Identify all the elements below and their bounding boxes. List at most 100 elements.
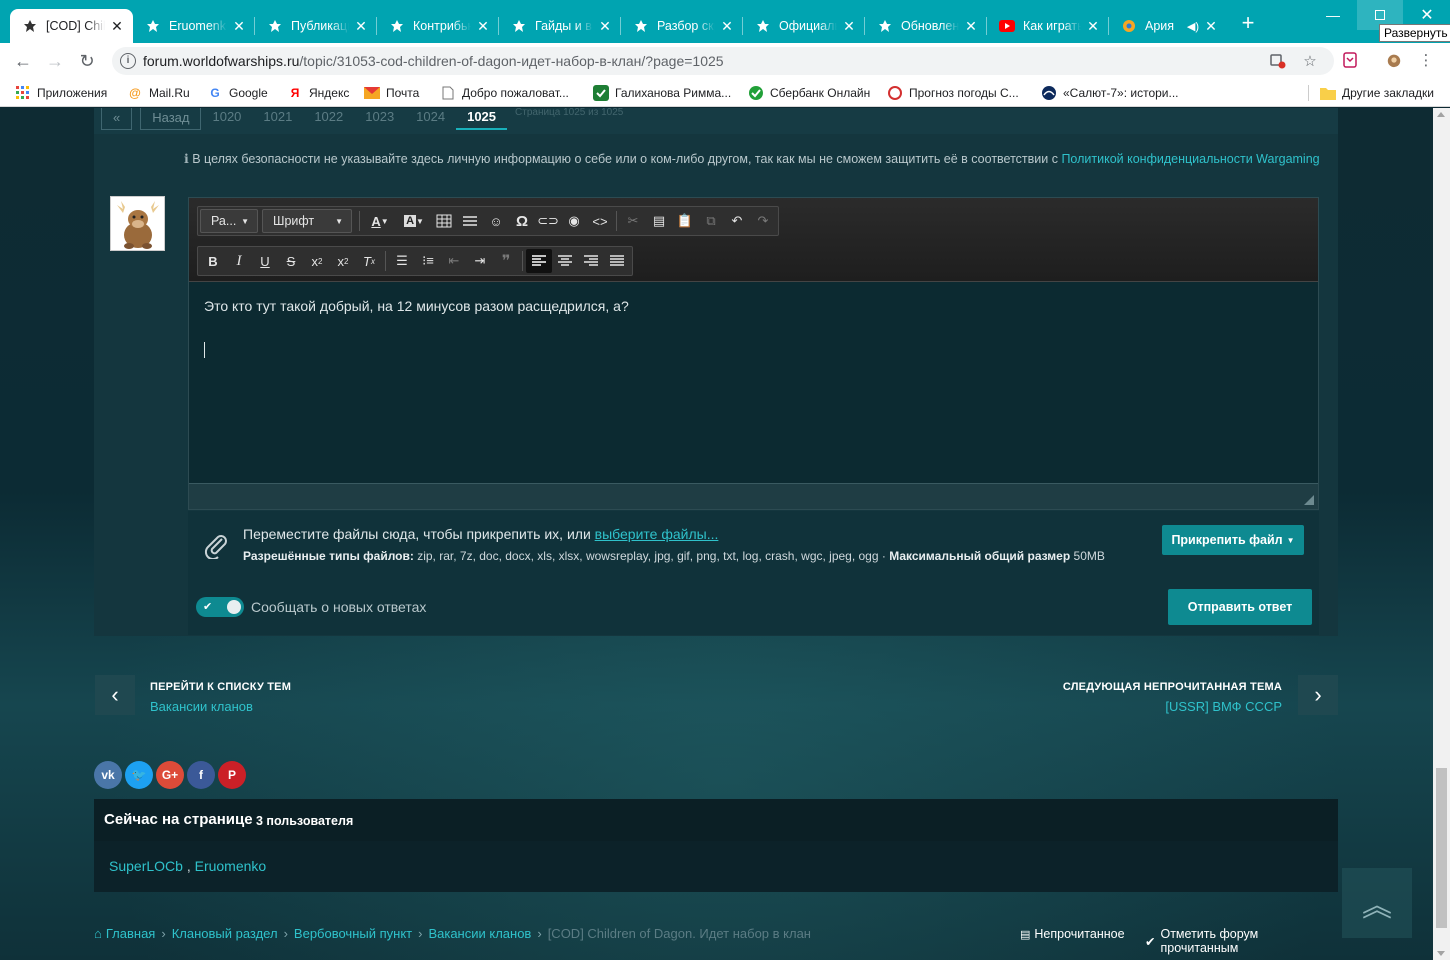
pagination-back-button[interactable]: Назад [140, 108, 202, 130]
back-button[interactable]: ← [11, 49, 35, 73]
new-tab-button[interactable]: + [1236, 12, 1260, 36]
font-combo[interactable]: Шрифт ▼ [262, 209, 352, 233]
prev-topic-link[interactable]: Вакансии кланов [150, 699, 253, 714]
close-icon[interactable]: ✕ [475, 18, 491, 34]
redo-icon[interactable]: ↷ [750, 209, 776, 233]
avatar[interactable] [110, 196, 165, 251]
forward-button[interactable]: → [43, 49, 67, 73]
address-bar[interactable]: i forum.worldofwarships.ru/topic/31053-c… [112, 47, 1334, 75]
pagination-page[interactable]: 1024 [405, 108, 456, 130]
underline-icon[interactable]: U [252, 249, 278, 273]
speaker-icon[interactable]: ◀) [1187, 20, 1199, 33]
resize-handle[interactable] [1304, 495, 1314, 505]
mark-forum-read-link[interactable]: ✔ Отметить форум прочитанным [1145, 927, 1338, 955]
tab-aria[interactable]: Ария ◀) ✕ [1109, 9, 1227, 43]
close-icon[interactable]: ✕ [719, 18, 735, 34]
table-icon[interactable] [431, 209, 457, 233]
close-icon[interactable]: ✕ [1085, 18, 1101, 34]
breadcrumb-item[interactable]: Вакансии кланов [428, 926, 531, 941]
bullet-list-icon[interactable]: ⁝≡ [415, 249, 441, 273]
blockquote-icon[interactable]: ❞ [493, 249, 519, 273]
editor-content[interactable]: Это кто тут такой добрый, на 12 минусов … [204, 298, 629, 314]
attach-file-button[interactable]: Прикрепить файл ▼ [1162, 525, 1304, 555]
scroll-to-top-button[interactable]: ︽ [1342, 868, 1412, 938]
paste-text-icon[interactable]: ▤ [646, 209, 672, 233]
tab-publications[interactable]: Публикации ✕ [255, 9, 377, 43]
bookmark-sberbank[interactable]: Сбербанк Онлайн [748, 84, 870, 102]
superscript-icon[interactable]: x2 [330, 249, 356, 273]
align-center-icon[interactable] [552, 249, 578, 273]
privacy-policy-link[interactable]: Политикой конфиденциальности Wargaming [1061, 152, 1319, 166]
breadcrumb-item[interactable]: Клановый раздел [172, 926, 278, 941]
choose-files-link[interactable]: выберите файлы... [595, 526, 719, 542]
scrollbar-thumb[interactable] [1436, 768, 1447, 928]
pagination-page[interactable]: 1022 [303, 108, 354, 130]
online-user-link[interactable]: Eruomenko [195, 858, 267, 874]
preview-eye-icon[interactable]: ◉ [561, 209, 587, 233]
bookmark-apps[interactable]: Приложения [15, 84, 107, 102]
numbered-list-icon[interactable]: ☰ [389, 249, 415, 273]
close-icon[interactable]: ✕ [231, 18, 247, 34]
tab-official[interactable]: Официальный ✕ [743, 9, 865, 43]
tab-screenshots[interactable]: Разбор скриншотов ✕ [621, 9, 743, 43]
special-char-icon[interactable]: Ω [509, 209, 535, 233]
minimize-button[interactable]: — [1310, 0, 1356, 30]
bookmark-mailru[interactable]: @ Mail.Ru [127, 84, 190, 102]
outdent-icon[interactable]: ⇤ [441, 249, 467, 273]
site-info-icon[interactable]: i [120, 53, 136, 69]
pinterest-share-icon[interactable]: P [218, 761, 246, 789]
align-justify-icon[interactable] [604, 249, 630, 273]
home-icon[interactable]: ⌂ [94, 926, 102, 941]
emoji-icon[interactable]: ☺ [483, 209, 509, 233]
bookmark-welcome[interactable]: Добро пожаловат... [440, 84, 569, 102]
tab-how-to-play[interactable]: Как играть ✕ [987, 9, 1109, 43]
menu-dots-icon[interactable]: ⋮ [1418, 52, 1434, 69]
notify-toggle[interactable]: ✔ [196, 597, 244, 617]
italic-icon[interactable]: I [226, 249, 252, 273]
close-icon[interactable]: ✕ [963, 18, 979, 34]
undo-icon[interactable]: ↶ [724, 209, 750, 233]
format-combo[interactable]: Ра... ▼ [200, 209, 258, 233]
close-icon[interactable]: ✕ [109, 18, 125, 34]
subscript-icon[interactable]: x2 [304, 249, 330, 273]
facebook-share-icon[interactable]: f [187, 761, 215, 789]
pagination-info[interactable]: Страница 1025 из 1025 [507, 108, 623, 130]
tab-contributors[interactable]: Контрибьюторы ✕ [377, 9, 499, 43]
online-user-link[interactable]: SuperLOCb [109, 858, 183, 874]
extension-shield-icon[interactable] [1342, 52, 1358, 68]
prev-topic-arrow-button[interactable]: ‹ [95, 675, 135, 715]
submit-reply-button[interactable]: Отправить ответ [1168, 589, 1312, 625]
paste-icon[interactable]: 📋 [672, 209, 698, 233]
close-icon[interactable]: ✕ [1203, 18, 1219, 34]
tab-cod-children-of-dagon[interactable]: [COD] Children of Dagon ✕ [10, 9, 133, 43]
copy-icon[interactable]: ⧉ [698, 209, 724, 233]
pagination-page[interactable]: 1021 [252, 108, 303, 130]
bookmark-google[interactable]: G Google [207, 84, 267, 102]
pagination-page[interactable]: 1020 [201, 108, 252, 130]
tab-updates[interactable]: Обновления ✕ [865, 9, 987, 43]
bookmark-pochta[interactable]: Почта [364, 84, 419, 102]
strikethrough-icon[interactable]: S [278, 249, 304, 273]
bookmark-other[interactable]: Другие закладки [1320, 84, 1434, 102]
horizontal-line-icon[interactable] [457, 209, 483, 233]
notify-label[interactable]: Сообщать о новых ответах [251, 599, 426, 615]
tab-eruomenko[interactable]: Eruomenko ✕ [133, 9, 255, 43]
cut-icon[interactable]: ✂ [620, 209, 646, 233]
breadcrumb-item[interactable]: Главная [106, 926, 155, 941]
breadcrumb-item[interactable]: Вербовочный пункт [294, 926, 412, 941]
bookmark-yandex[interactable]: Я Яндекс [287, 84, 350, 102]
bookmark-star-icon[interactable]: ☆ [1302, 53, 1318, 70]
close-icon[interactable]: ✕ [353, 18, 369, 34]
tab-guides[interactable]: Гайды и видео ✕ [499, 9, 621, 43]
twitter-share-icon[interactable]: 🐦 [125, 761, 153, 789]
remove-format-icon[interactable]: Tx [356, 249, 382, 273]
source-code-icon[interactable]: <> [587, 209, 613, 233]
page-scrollbar[interactable] [1433, 108, 1450, 960]
pagination-current-page[interactable]: 1025 [456, 108, 508, 130]
pagination-first-button[interactable]: « [101, 108, 133, 130]
bookmark-weather[interactable]: Прогноз погоды С... [887, 84, 1019, 102]
close-icon[interactable]: ✕ [597, 18, 613, 34]
bookmark-salut7[interactable]: «Салют-7»: истори... [1041, 84, 1179, 102]
align-right-icon[interactable] [578, 249, 604, 273]
next-topic-arrow-button[interactable]: › [1298, 675, 1338, 715]
